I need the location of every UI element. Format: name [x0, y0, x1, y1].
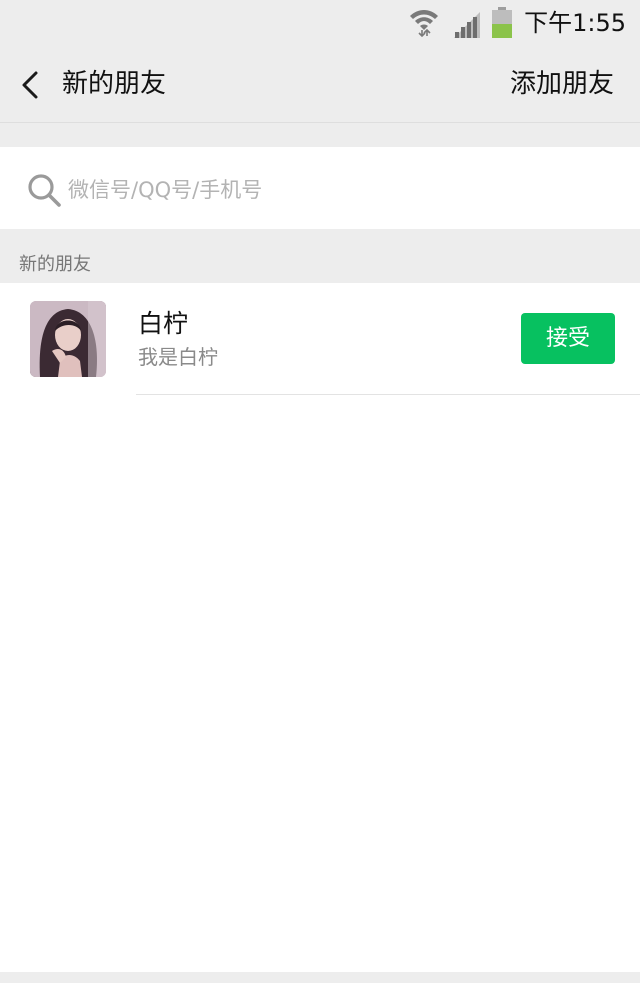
search-input[interactable]: 微信号/QQ号/手机号 [0, 147, 640, 229]
signal-icon [454, 12, 480, 38]
avatar-image [30, 301, 106, 377]
section-header: 新的朋友 [0, 229, 640, 283]
search-icon [28, 174, 61, 207]
accept-button[interactable]: 接受 [521, 313, 615, 364]
request-message: 我是白柠 [138, 345, 218, 369]
friend-request-item[interactable]: 白柠 我是白柠 接受 [0, 283, 640, 395]
divider [136, 394, 640, 395]
search-placeholder: 微信号/QQ号/手机号 [68, 178, 263, 202]
section-header-label: 新的朋友 [19, 254, 91, 275]
status-time: 下午1:55 [524, 9, 626, 37]
header-spacer [0, 123, 640, 147]
add-friend-button[interactable]: 添加朋友 [510, 66, 614, 102]
status-bar: 下午1:55 [0, 0, 640, 46]
bottom-strip [0, 972, 640, 983]
wifi-icon [410, 10, 438, 37]
request-name: 白柠 [138, 309, 189, 338]
chevron-left-icon[interactable] [18, 70, 44, 100]
battery-icon [492, 7, 512, 38]
page-title: 新的朋友 [62, 69, 167, 99]
nav-bar: 新的朋友 添加朋友 [0, 46, 640, 123]
avatar[interactable] [30, 301, 106, 377]
